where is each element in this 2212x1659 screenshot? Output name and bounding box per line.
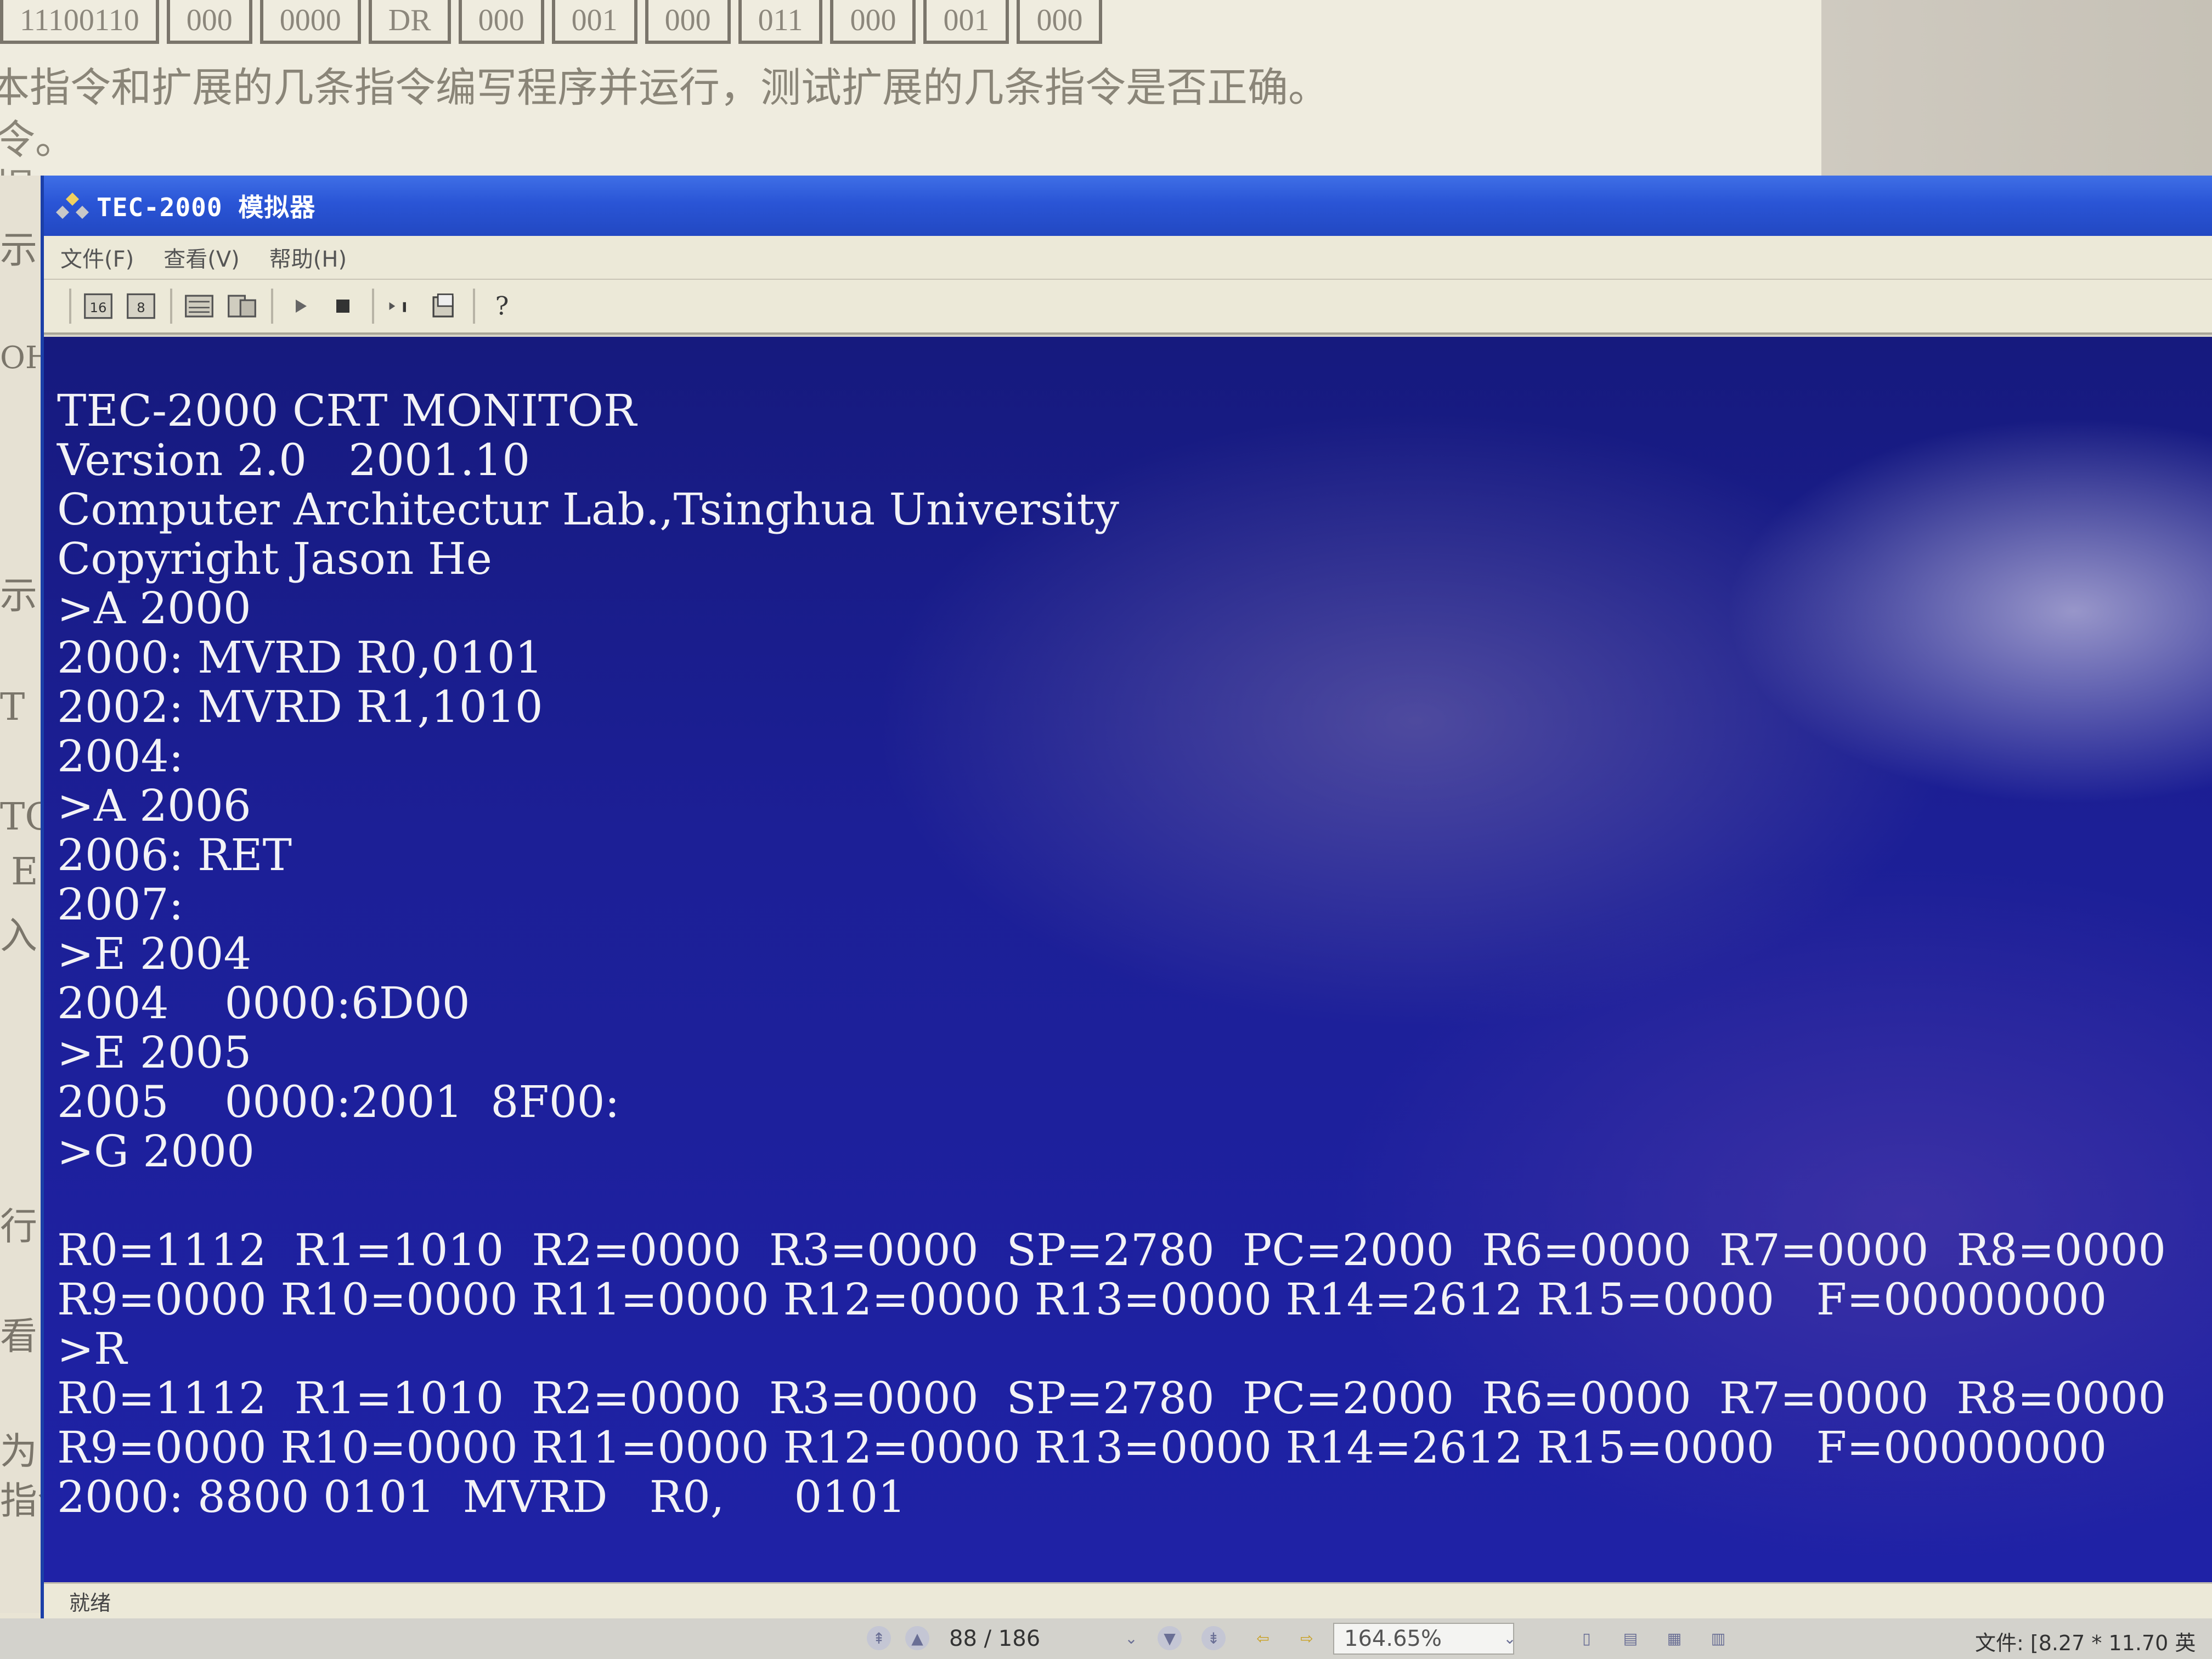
prev-page-icon[interactable]: ▲ bbox=[905, 1626, 929, 1650]
toolbar: 16 8 ? bbox=[44, 280, 2212, 335]
terminal-line: 2004 0000:6D00 bbox=[57, 978, 470, 1029]
terminal-line: 2002: MVRD R1,1010 bbox=[57, 681, 543, 732]
terminal-line: Computer Architectur Lab.,Tsinghua Unive… bbox=[57, 484, 1119, 535]
help-icon[interactable]: ? bbox=[485, 289, 519, 323]
two-page-icon[interactable]: ▥ bbox=[1706, 1626, 1730, 1650]
table-cell: DR bbox=[368, 0, 451, 44]
single-page-icon[interactable]: ▯ bbox=[1575, 1626, 1599, 1650]
terminal-line: 2006: RET bbox=[57, 830, 292, 881]
table-cell: 000 bbox=[166, 0, 252, 44]
stop-icon[interactable] bbox=[326, 289, 360, 323]
register-icon[interactable] bbox=[225, 289, 259, 323]
terminal-line: 2000: 8800 0101 MVRD R0, 0101 bbox=[57, 1471, 906, 1522]
margin-text: 行 bbox=[0, 1205, 38, 1249]
table-cell: 001 bbox=[923, 0, 1009, 44]
forward-arrow-icon[interactable]: ⇨ bbox=[1295, 1626, 1319, 1650]
page-indicator[interactable]: 88 / 186 bbox=[949, 1626, 1040, 1651]
menu-file[interactable]: 文件(F) bbox=[60, 241, 134, 273]
toolbar-separator bbox=[473, 289, 475, 324]
table-cell: 001 bbox=[551, 0, 637, 44]
back-arrow-icon[interactable]: ⇦ bbox=[1251, 1626, 1275, 1650]
terminal-output: TEC-2000 CRT MONITOR Version 2.0 2001.10 C… bbox=[57, 386, 2166, 1522]
table-cell: 11100110 bbox=[0, 0, 159, 44]
binary-view-icon[interactable]: 8 bbox=[124, 289, 158, 323]
margin-text: 示 bbox=[0, 229, 38, 272]
terminal-line: Copyright Jason He bbox=[57, 533, 492, 584]
terminal-line: 2007: bbox=[57, 879, 184, 930]
app-icon bbox=[56, 193, 89, 219]
continuous-page-icon[interactable]: ▤ bbox=[1618, 1626, 1643, 1650]
terminal-line: TEC-2000 CRT MONITOR bbox=[57, 385, 637, 436]
terminal-line: >A 2000 bbox=[57, 583, 251, 634]
step-icon[interactable] bbox=[384, 289, 418, 323]
toolbar-separator bbox=[69, 289, 71, 324]
load-icon[interactable] bbox=[427, 289, 461, 323]
terminal-line: R0=1112 R1=1010 R2=0000 R3=0000 SP=2780 … bbox=[57, 1224, 2166, 1276]
file-info: 文件: [8.27 * 11.70 英 bbox=[1975, 1631, 2196, 1655]
terminal-line: R9=0000 R10=0000 R11=0000 R12=0000 R13=0… bbox=[57, 1274, 2107, 1325]
toolbar-separator bbox=[271, 289, 273, 324]
margin-text: 为 bbox=[0, 1430, 38, 1474]
reader-toolbar: ⇞ ▲ 88 / 186 ⌄ ▼ ⇟ ⇦ ⇨ 164.65% ⌄ ▯ ▤ ▦ ▥… bbox=[0, 1618, 2212, 1659]
terminal-line: R9=0000 R10=0000 R11=0000 R12=0000 R13=0… bbox=[57, 1422, 2107, 1473]
terminal-line: R0=1112 R1=1010 R2=0000 R3=0000 SP=2780 … bbox=[57, 1373, 2166, 1424]
table-cell: 000 bbox=[1017, 0, 1103, 44]
margin-text: 示 bbox=[0, 574, 38, 618]
terminal-line: 2004: bbox=[57, 731, 184, 782]
menu-help[interactable]: 帮助(H) bbox=[269, 241, 347, 273]
run-icon[interactable] bbox=[283, 289, 317, 323]
menu-bar: 文件(F) 查看(V) 帮助(H) bbox=[44, 236, 2212, 280]
table-cell: 0000 bbox=[259, 0, 361, 44]
toolbar-separator bbox=[170, 289, 172, 324]
instruction-format-table: 11100110 000 0000 DR 000 001 000 011 000 001 000 bbox=[0, 0, 1103, 44]
zoom-dropdown-icon[interactable]: ⌄ bbox=[1498, 1626, 1522, 1650]
last-page-icon[interactable]: ⇟ bbox=[1201, 1626, 1226, 1650]
hex-view-icon[interactable]: 16 bbox=[81, 289, 115, 323]
window-title: TEC-2000 模拟器 bbox=[97, 193, 316, 222]
table-cell: 000 bbox=[458, 0, 544, 44]
simulator-window: TEC-2000 模拟器 文件(F) 查看(V) 帮助(H) 16 8 ? TE… bbox=[44, 176, 2212, 1618]
terminal-line: 2005 0000:2001 8F00: bbox=[57, 1076, 620, 1127]
zoom-field[interactable]: 164.65% bbox=[1333, 1623, 1514, 1655]
margin-text: T bbox=[0, 686, 25, 729]
facing-page-icon[interactable]: ▦ bbox=[1662, 1626, 1686, 1650]
terminal-line: >G 2000 bbox=[57, 1126, 255, 1177]
chevron-down-icon[interactable]: ⌄ bbox=[1119, 1626, 1143, 1650]
terminal-line: Version 2.0 2001.10 bbox=[57, 435, 531, 486]
toolbar-separator bbox=[372, 289, 374, 324]
next-page-icon[interactable]: ▼ bbox=[1158, 1626, 1182, 1650]
memory-icon[interactable] bbox=[182, 289, 216, 323]
desk-shadow bbox=[1821, 0, 2212, 187]
status-text: 就绪 bbox=[69, 1591, 111, 1615]
table-cell: 000 bbox=[830, 0, 916, 44]
terminal-line: >E 2005 bbox=[57, 1027, 252, 1078]
terminal-line: >E 2004 bbox=[57, 928, 252, 979]
margin-text: 入 bbox=[0, 915, 38, 958]
terminal-line: >R bbox=[57, 1323, 127, 1374]
menu-view[interactable]: 查看(V) bbox=[163, 241, 240, 273]
svg-text:8: 8 bbox=[137, 300, 145, 315]
margin-text: E bbox=[11, 850, 38, 894]
title-bar[interactable]: TEC-2000 模拟器 bbox=[44, 176, 2212, 236]
terminal-line: 2000: MVRD R0,0101 bbox=[57, 632, 543, 683]
margin-text: 看 bbox=[0, 1315, 38, 1358]
table-cell: 000 bbox=[645, 0, 731, 44]
first-page-icon[interactable]: ⇞ bbox=[867, 1626, 891, 1650]
table-cell: 011 bbox=[738, 0, 823, 44]
svg-text:16: 16 bbox=[90, 300, 107, 315]
zoom-value: 164.65% bbox=[1344, 1626, 1442, 1651]
terminal-line: >A 2006 bbox=[57, 780, 251, 831]
svg-text:?: ? bbox=[495, 291, 509, 320]
crt-terminal[interactable]: TEC-2000 CRT MONITOR Version 2.0 2001.10 C… bbox=[44, 337, 2212, 1582]
status-bar: 就绪 bbox=[44, 1582, 2212, 1618]
doc-line: 本指令和扩展的几条指令编写程序并运行，测试扩展的几条指令是否正确。 bbox=[0, 64, 1329, 111]
